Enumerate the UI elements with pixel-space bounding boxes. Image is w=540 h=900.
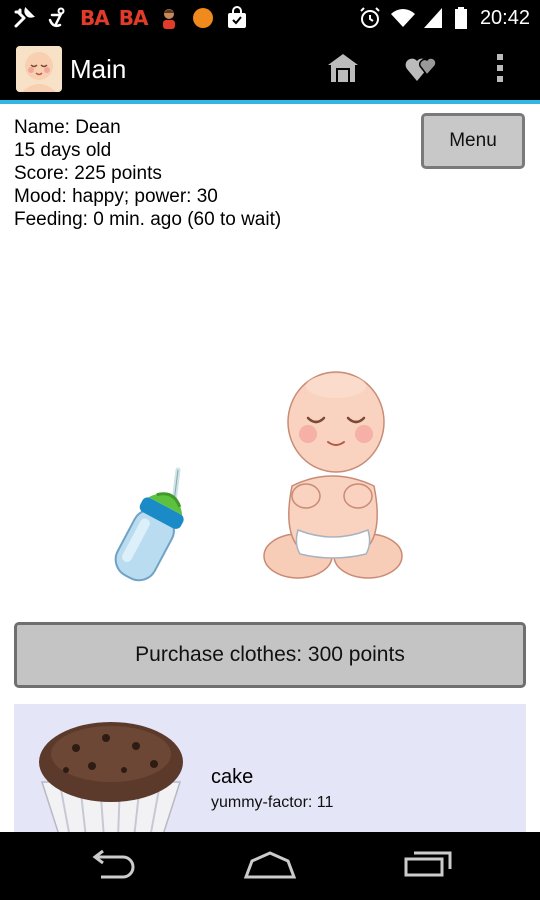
signal-icon [422,6,446,30]
ba-badge-1: BA [80,6,110,30]
navigation-bar [0,832,540,900]
cake-image [36,718,186,832]
battery-icon [454,6,468,30]
score-text: Score: 225 points [14,163,162,184]
baby-info: Name: Dean 15 days old Score: 225 points… [14,116,281,231]
age-text: 15 days old [14,140,112,161]
status-time: 20:42 [479,6,530,29]
food-name: cake [211,766,254,788]
food-item-panel[interactable]: cake yummy-factor: 11 [14,704,526,832]
overflow-menu-icon [495,53,505,88]
home-icon [327,53,359,88]
bottle-image[interactable] [106,466,198,593]
app-icon[interactable] [16,46,62,92]
back-button[interactable] [82,846,142,886]
back-icon [87,849,137,884]
person-icon [157,6,181,30]
main-content: Name: Dean 15 days old Score: 225 points… [0,104,540,832]
hearts-icon [405,53,439,88]
favorites-button[interactable] [402,50,442,90]
menu-button[interactable]: Menu [421,113,525,169]
home-nav-button[interactable] [240,846,300,886]
anchor-icon [46,6,70,30]
home-button[interactable] [323,50,363,90]
feeding-text: Feeding: 0 min. ago (60 to wait) [14,209,282,230]
wifi-icon [390,6,415,30]
purchase-clothes-button[interactable]: Purchase clothes: 300 points [14,622,526,688]
recent-apps-icon [402,849,454,884]
ba-badge-2: BA [118,6,149,30]
shopping-bag-icon [225,6,249,30]
status-bar: BA BA 20:42 [0,0,540,36]
tools-icon [12,6,36,30]
home-outline-icon [242,849,298,884]
name-text: Name: Dean [14,117,121,138]
recent-apps-button[interactable] [398,846,458,886]
food-yummy-factor: yummy-factor: 11 [211,794,334,811]
action-bar: Main [0,36,540,104]
page-title: Main [70,54,127,84]
mood-text: Mood: happy; power: 30 [14,186,218,207]
overflow-menu-button[interactable] [480,50,520,90]
orange-icon [191,6,215,30]
alarm-icon [358,6,382,30]
baby-character[interactable] [262,366,404,593]
